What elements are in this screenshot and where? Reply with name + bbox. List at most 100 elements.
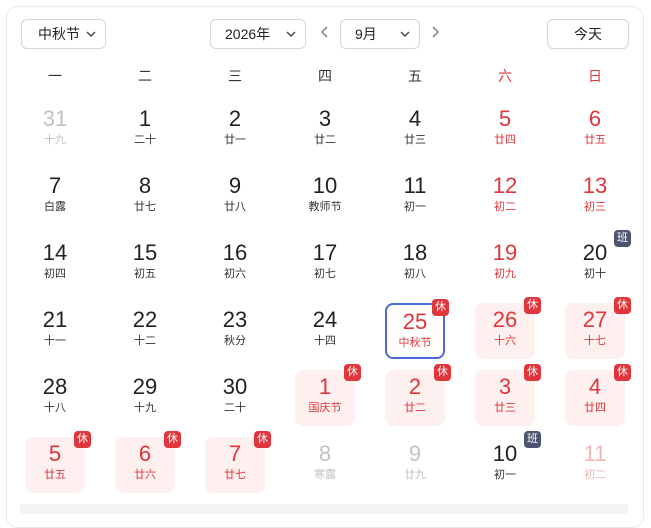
day-cell[interactable]: 12 初二 [475,169,535,225]
lunar-label: 廿四 [494,134,516,146]
rest-day-badge: 休 [254,431,271,448]
lunar-label: 初四 [44,268,66,280]
rest-day-badge: 休 [344,364,361,381]
lunar-label: 二十 [224,402,246,414]
lunar-label: 廿三 [494,402,516,414]
day-cell[interactable]: 23 秋分 [205,303,265,359]
lunar-label: 十二 [134,335,156,347]
day-number: 2 [228,106,242,131]
lunar-label: 十六 [494,335,516,347]
day-cell[interactable]: 19 初九 [475,236,535,292]
lunar-label: 初一 [494,469,516,481]
day-cell[interactable]: 4 廿三 [385,102,445,158]
day-cell[interactable]: 17 初七 [295,236,355,292]
lunar-label: 十八 [44,402,66,414]
lunar-label: 十九 [134,402,156,414]
day-cell[interactable]: 1 二十 [115,102,175,158]
day-cell[interactable]: 11 初一 [385,169,445,225]
day-cell[interactable]: 18 初八 [385,236,445,292]
day-cell[interactable]: 27 十七休 [565,297,631,359]
day-number: 19 [492,240,518,265]
day-cell[interactable]: 6 廿六休 [115,431,181,493]
day-number: 5 [498,106,512,131]
day-cell[interactable]: 5 廿四 [475,102,535,158]
day-cell[interactable]: 29 十九 [115,370,175,426]
day-number: 8 [138,173,152,198]
lunar-label: 十四 [314,335,336,347]
day-cell[interactable]: 10 初一班 [475,431,541,493]
day-cell[interactable]: 2 廿二休 [385,364,451,426]
day-cell[interactable]: 31 十九 [25,102,85,158]
day-cell[interactable]: 26 十六休 [475,297,541,359]
day-cell[interactable]: 6 廿五 [565,102,625,158]
day-cell[interactable]: 21 十一 [25,303,85,359]
day-cell[interactable]: 2 廿一 [205,102,265,158]
lunar-label: 初八 [404,268,426,280]
day-number: 12 [492,173,518,198]
day-cell[interactable]: 7 廿七休 [205,431,271,493]
lunar-label: 初一 [404,201,426,213]
lunar-label: 初二 [494,201,516,213]
day-number: 6 [588,106,602,131]
lunar-label: 廿三 [404,134,426,146]
day-cell[interactable]: 9 廿九 [385,437,445,493]
lunar-label: 廿一 [224,134,246,146]
day-number: 30 [222,374,248,399]
day-number: 31 [42,106,68,131]
rest-day-badge: 休 [524,297,541,314]
lunar-label: 廿九 [404,469,426,481]
day-cell[interactable]: 9 廿八 [205,169,265,225]
lunar-label: 初七 [314,268,336,280]
lunar-label: 白露 [44,201,66,213]
day-cell[interactable]: 7 白露 [25,169,85,225]
day-cell[interactable]: 13 初三 [565,169,625,225]
day-number: 18 [402,240,428,265]
day-number: 13 [582,173,608,198]
workday-badge: 班 [524,431,541,448]
day-cell[interactable]: 14 初四 [25,236,85,292]
lunar-label: 初六 [224,268,246,280]
day-cell[interactable]: 15 初五 [115,236,175,292]
day-number: 24 [312,307,338,332]
day-cell[interactable]: 3 廿三休 [475,364,541,426]
day-number: 1 [138,106,152,131]
lunar-label: 廿七 [134,201,156,213]
day-number: 8 [318,441,332,466]
lunar-label: 廿八 [224,201,246,213]
day-cell[interactable]: 11 初二 [565,437,625,493]
lunar-label: 初三 [584,201,606,213]
day-cell[interactable]: 1 国庆节休 [295,364,361,426]
day-number: 16 [222,240,248,265]
day-cell[interactable]: 22 十二 [115,303,175,359]
day-cell[interactable]: 4 廿四休 [565,364,631,426]
rest-day-badge: 休 [614,297,631,314]
day-cell[interactable]: 8 廿七 [115,169,175,225]
day-cell[interactable]: 8 寒露 [295,437,355,493]
day-number: 10 [312,173,338,198]
lunar-label: 十九 [44,134,66,146]
day-cell[interactable]: 20 初十班 [565,230,631,292]
day-number: 14 [42,240,68,265]
day-cell[interactable]: 30 二十 [205,370,265,426]
lunar-label: 国庆节 [308,402,342,414]
lunar-label: 廿六 [134,469,156,481]
day-number: 9 [228,173,242,198]
day-number: 17 [312,240,338,265]
day-cell[interactable]: 28 十八 [25,370,85,426]
day-number: 28 [42,374,68,399]
rest-day-badge: 休 [614,364,631,381]
day-number: 15 [132,240,158,265]
day-number: 7 [48,173,62,198]
lunar-label: 初九 [494,268,516,280]
day-cell[interactable]: 25 中秋节休 [385,299,449,359]
lunar-label: 寒露 [314,469,336,481]
day-number: 3 [318,106,332,131]
day-cell[interactable]: 10 教师节 [295,169,355,225]
day-cell[interactable]: 16 初六 [205,236,265,292]
day-cell[interactable]: 3 廿二 [295,102,355,158]
day-cell[interactable]: 24 十四 [295,303,355,359]
lunar-label: 十一 [44,335,66,347]
lunar-label: 廿二 [404,402,426,414]
rest-day-badge: 休 [434,364,451,381]
day-cell[interactable]: 5 廿五休 [25,431,91,493]
